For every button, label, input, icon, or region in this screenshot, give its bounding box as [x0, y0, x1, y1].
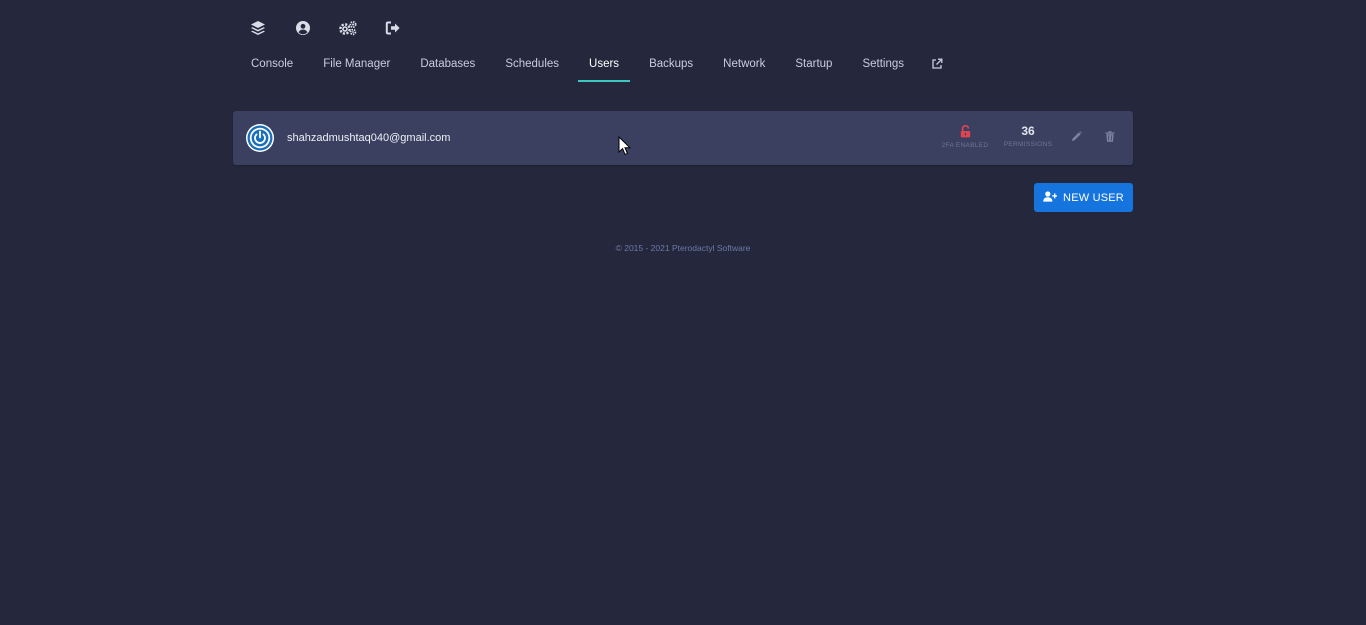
tab-external-link[interactable]: [923, 50, 951, 85]
server-nav-tabs: Console File Manager Databases Schedules…: [240, 50, 959, 82]
add-user-icon: [1043, 190, 1063, 205]
twofa-status: 2FA Enabled: [939, 125, 991, 149]
tab-users[interactable]: Users: [578, 50, 631, 82]
new-user-button[interactable]: NEW USER: [1034, 183, 1133, 212]
twofa-label: 2FA Enabled: [941, 142, 989, 149]
logout-icon[interactable]: [383, 18, 403, 38]
footer-copyright[interactable]: © 2015 - 2021 Pterodactyl Software: [0, 243, 1366, 253]
tab-network[interactable]: Network: [712, 50, 776, 82]
top-icon-bar: [248, 18, 428, 38]
external-link-icon: [931, 58, 943, 74]
tab-settings[interactable]: Settings: [851, 50, 915, 82]
user-email: shahzadmushtaq040@gmail.com: [287, 132, 451, 144]
tab-backups[interactable]: Backups: [638, 50, 704, 82]
avatar: [246, 124, 274, 152]
pencil-icon: [1071, 129, 1082, 147]
tab-console[interactable]: Console: [240, 50, 304, 82]
page: Console File Manager Databases Schedules…: [0, 0, 1366, 625]
admin-cogs-icon[interactable]: [338, 18, 358, 38]
account-icon[interactable]: [293, 18, 313, 38]
permissions-label: Permissions: [1003, 141, 1053, 148]
trash-icon: [1105, 129, 1115, 147]
delete-user-button[interactable]: [1103, 131, 1117, 145]
unlocked-lock-icon: [939, 125, 991, 139]
tab-startup[interactable]: Startup: [784, 50, 843, 82]
new-user-label: NEW USER: [1063, 191, 1124, 204]
permissions-count: 36: [1021, 124, 1035, 138]
mouse-cursor-icon: [618, 135, 632, 161]
subuser-row: shahzadmushtaq040@gmail.com 2FA Enabled …: [233, 111, 1133, 165]
layers-icon[interactable]: [248, 18, 268, 38]
edit-user-button[interactable]: [1069, 131, 1083, 145]
permissions-stat: 36 Permissions: [1001, 124, 1055, 149]
tab-databases[interactable]: Databases: [409, 50, 486, 82]
tab-file-manager[interactable]: File Manager: [312, 50, 401, 82]
tab-schedules[interactable]: Schedules: [494, 50, 570, 82]
